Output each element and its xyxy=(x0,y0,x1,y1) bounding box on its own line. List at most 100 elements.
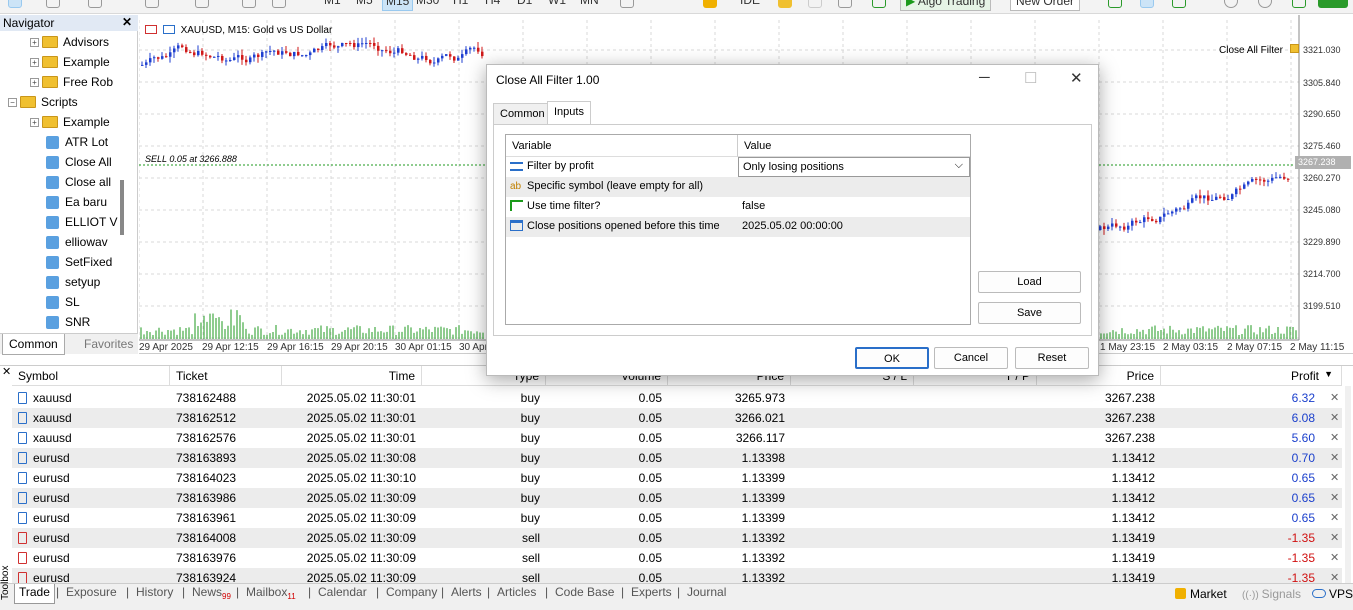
timeframe-h1[interactable]: H1 xyxy=(453,0,468,11)
close-position-icon[interactable]: ✕ xyxy=(1330,411,1339,424)
market-button[interactable]: Market xyxy=(1175,587,1227,601)
close-position-icon[interactable]: ✕ xyxy=(1330,531,1339,544)
table-row[interactable]: xauusd 738162576 2025.05.02 11:30:01 buy 0.0… xyxy=(12,428,1342,448)
table-row[interactable]: eurusd 738164023 2025.05.02 11:30:10 buy 0.0… xyxy=(12,468,1342,488)
close-position-icon[interactable]: ✕ xyxy=(1330,431,1339,444)
reset-button[interactable]: Reset xyxy=(1015,347,1089,369)
minimize-icon[interactable]: ─ xyxy=(979,69,990,86)
tab-trade[interactable]: Trade xyxy=(14,584,55,604)
navigator-scrollbar[interactable] xyxy=(120,180,124,235)
chart-type-icon[interactable] xyxy=(620,0,634,8)
expand-icon[interactable]: + xyxy=(30,77,39,87)
timeframe-w1[interactable]: W1 xyxy=(548,0,566,11)
tab-favorites[interactable]: Favorites xyxy=(78,334,139,355)
table-row[interactable]: xauusd 738162488 2025.05.02 11:30:01 buy 0.0… xyxy=(12,388,1342,408)
lock-icon[interactable] xyxy=(778,0,792,8)
indicator-icon[interactable] xyxy=(1172,0,1186,8)
input-value[interactable] xyxy=(738,177,970,197)
crosshair-icon[interactable] xyxy=(46,0,60,8)
new-order-button[interactable]: New Order xyxy=(1010,0,1081,11)
close-position-icon[interactable]: ✕ xyxy=(1330,511,1339,524)
expand-icon[interactable]: + xyxy=(30,57,39,67)
table-row[interactable]: eurusd 738163893 2025.05.02 11:30:08 buy 0.0… xyxy=(12,448,1342,468)
timeframe-mn[interactable]: MN xyxy=(580,0,599,11)
close-icon[interactable]: ✕ xyxy=(2,365,11,378)
tab-exposure[interactable]: Exposure xyxy=(62,584,121,604)
tab-journal[interactable]: Journal xyxy=(683,584,730,604)
navigator-item[interactable]: + Free Rob xyxy=(30,72,113,92)
vps-button[interactable]: VPS xyxy=(1312,587,1353,601)
navigator-item[interactable]: SL xyxy=(46,292,80,312)
close-position-icon[interactable]: ✕ xyxy=(1330,551,1339,564)
navigator-item[interactable]: + Advisors xyxy=(30,32,109,52)
trendline-icon[interactable] xyxy=(145,0,159,8)
close-position-icon[interactable]: ✕ xyxy=(1330,491,1339,504)
close-position-icon[interactable]: ✕ xyxy=(1330,471,1339,484)
input-row[interactable]: Close positions opened before this time 2… xyxy=(506,217,970,237)
close-position-icon[interactable]: ✕ xyxy=(1330,391,1339,404)
table-row[interactable]: xauusd 738162512 2025.05.02 11:30:01 buy 0.0… xyxy=(12,408,1342,428)
col-time[interactable]: Time xyxy=(282,366,422,386)
timeframe-m1[interactable]: M1 xyxy=(324,0,341,11)
cancel-button[interactable]: Cancel xyxy=(934,347,1008,369)
shapes-icon[interactable] xyxy=(272,0,286,8)
close-position-icon[interactable]: ✕ xyxy=(1330,451,1339,464)
navigator-item[interactable]: + Example xyxy=(30,112,110,132)
tab-articles[interactable]: Articles xyxy=(493,584,540,604)
timeframe-h4[interactable]: H4 xyxy=(485,0,500,11)
close-icon[interactable]: ✕ xyxy=(122,15,132,29)
input-row[interactable]: Filter by profit Only losing positions ⌵ xyxy=(506,157,970,177)
navigator-item[interactable]: Close All xyxy=(46,152,112,172)
save-button[interactable]: Save xyxy=(978,302,1081,324)
expand-icon[interactable]: + xyxy=(30,117,39,127)
timeframe-m30[interactable]: M30 xyxy=(416,0,439,11)
ok-button[interactable]: OK xyxy=(855,347,929,369)
tab-code-base[interactable]: Code Base xyxy=(551,584,618,604)
col-symbol[interactable]: Symbol xyxy=(12,366,170,386)
channel-icon[interactable] xyxy=(195,0,209,8)
bars-icon[interactable] xyxy=(1140,0,1154,8)
col-ticket[interactable]: Ticket xyxy=(170,366,282,386)
navigator-item[interactable]: + Example xyxy=(30,52,110,72)
signal-icon[interactable] xyxy=(808,0,822,8)
text-icon[interactable] xyxy=(242,0,256,8)
tab-news[interactable]: News99 xyxy=(188,584,235,604)
vps-icon[interactable] xyxy=(838,0,852,8)
timeframe-d1[interactable]: D1 xyxy=(517,0,532,11)
tab-common[interactable]: Common xyxy=(493,103,552,125)
col-profit[interactable]: Profit ▼ xyxy=(1161,366,1342,386)
chart-bars-icon[interactable] xyxy=(1292,0,1306,8)
search-icon[interactable] xyxy=(1224,0,1238,8)
table-row[interactable]: eurusd 738163986 2025.05.02 11:30:09 buy 0.0… xyxy=(12,488,1342,508)
navigator-item[interactable]: − Scripts xyxy=(8,92,78,112)
algo-trading-button[interactable]: ▶ Algo Trading xyxy=(900,0,992,11)
cursor-icon[interactable] xyxy=(8,0,22,8)
dollar-icon[interactable] xyxy=(703,0,717,8)
tab-company[interactable]: Company xyxy=(382,584,441,604)
chevron-down-icon[interactable]: ⌵ xyxy=(955,159,963,172)
tab-calendar[interactable]: Calendar xyxy=(314,584,371,604)
timeframe-m15[interactable]: M15 xyxy=(382,0,414,11)
navigator-item[interactable]: SNR xyxy=(46,312,90,332)
vertical-line-icon[interactable] xyxy=(88,0,102,8)
navigator-item[interactable]: Close all xyxy=(46,172,111,192)
table-scrollbar[interactable] xyxy=(1345,386,1351,584)
tab-experts[interactable]: Experts xyxy=(627,584,676,604)
expand-icon[interactable]: + xyxy=(30,37,39,47)
collapse-icon[interactable]: − xyxy=(8,97,17,107)
table-row[interactable]: eurusd 738163961 2025.05.02 11:30:09 buy 0.0… xyxy=(12,508,1342,528)
navigator-item[interactable]: elliowav xyxy=(46,232,108,252)
table-row[interactable]: eurusd 738164008 2025.05.02 11:30:09 sell 0.… xyxy=(12,528,1342,548)
tab-mailbox[interactable]: Mailbox11 xyxy=(242,584,300,604)
navigator-item[interactable]: Ea baru xyxy=(46,192,107,212)
tab-alerts[interactable]: Alerts xyxy=(447,584,486,604)
navigator-item[interactable]: ATR Lot xyxy=(46,132,108,152)
ide-button[interactable]: IDE xyxy=(740,0,760,11)
tab-history[interactable]: History xyxy=(132,584,177,604)
navigator-item[interactable]: ELLIOT V xyxy=(46,212,117,232)
filter-by-profit-select[interactable]: Only losing positions ⌵ xyxy=(738,157,970,177)
navigator-item[interactable]: SetFixed xyxy=(46,252,112,272)
input-row[interactable]: ab Specific symbol (leave empty for all) xyxy=(506,177,970,197)
input-value[interactable]: 2025.05.02 00:00:00 xyxy=(738,217,970,237)
account-icon[interactable] xyxy=(1258,0,1272,8)
